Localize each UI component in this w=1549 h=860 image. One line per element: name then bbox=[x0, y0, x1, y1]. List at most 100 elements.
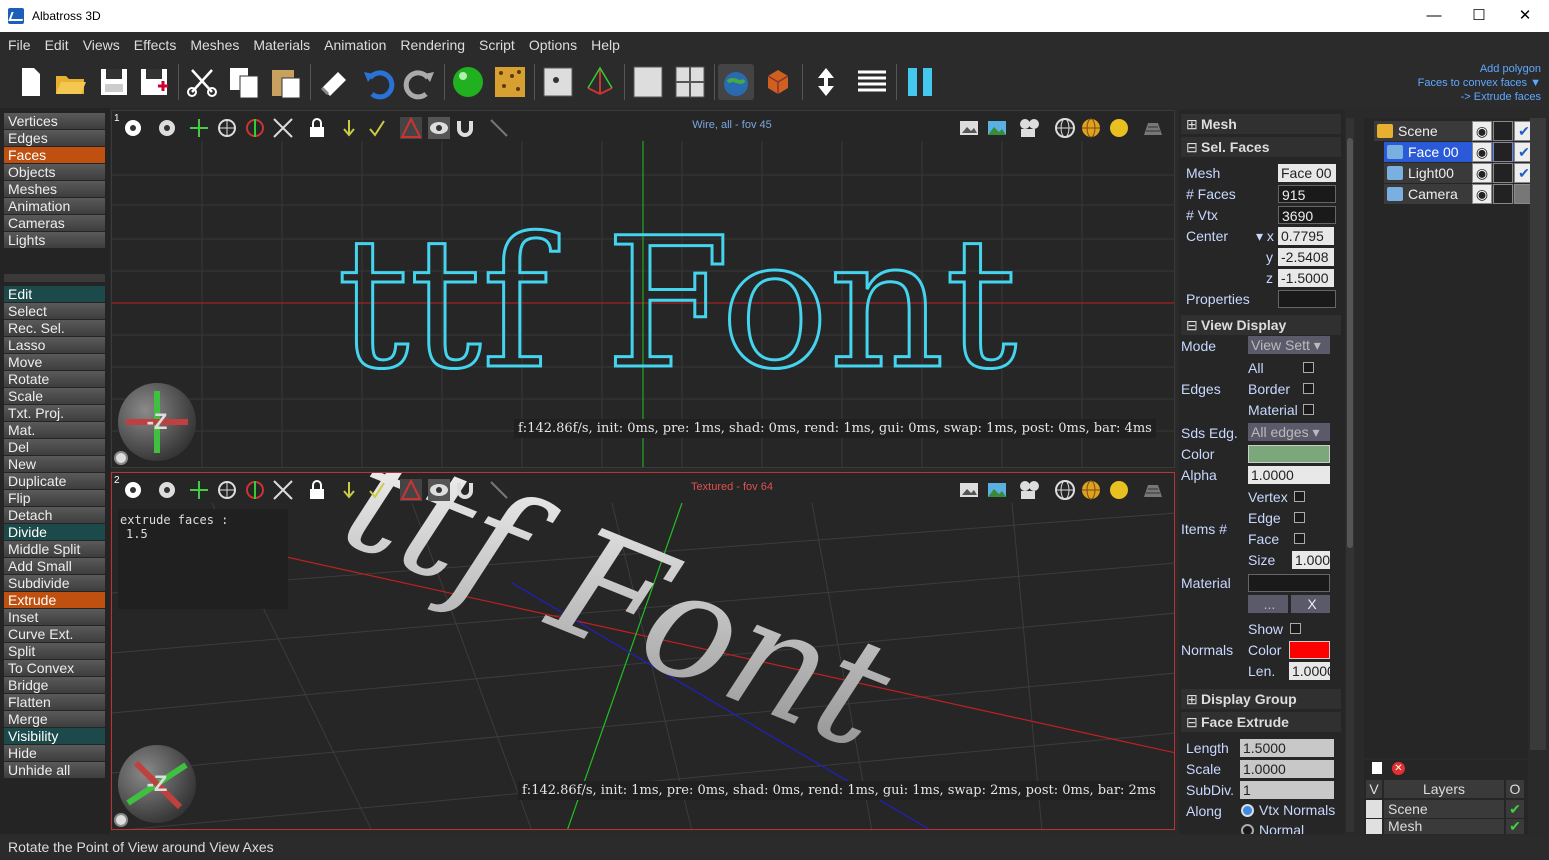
save-icon[interactable] bbox=[96, 64, 132, 100]
mode-meshes[interactable]: Meshes bbox=[4, 181, 105, 197]
projection-icon[interactable] bbox=[400, 478, 422, 501]
wand-icon[interactable] bbox=[488, 117, 510, 139]
tool-lasso[interactable]: Lasso bbox=[4, 337, 105, 353]
length-input[interactable]: 1.5000 bbox=[1240, 739, 1334, 757]
eye-icon[interactable]: ◉ bbox=[1472, 121, 1492, 141]
crosshair-icon[interactable] bbox=[216, 479, 238, 501]
light-bulb-icon[interactable] bbox=[114, 813, 128, 827]
menu-meshes[interactable]: Meshes bbox=[190, 32, 239, 58]
redo-icon[interactable] bbox=[402, 64, 438, 100]
film-camera-icon[interactable] bbox=[1018, 117, 1040, 139]
tool-flatten[interactable]: Flatten bbox=[4, 694, 105, 710]
mode-cameras[interactable]: Cameras bbox=[4, 215, 105, 231]
view-display-section-header[interactable]: ⊟ View Display bbox=[1181, 315, 1341, 335]
landscape-icon[interactable] bbox=[986, 117, 1008, 139]
menu-animation[interactable]: Animation bbox=[324, 32, 386, 58]
tool-middle-split[interactable]: Middle Split bbox=[4, 541, 105, 557]
rotate-axes-icon[interactable] bbox=[244, 479, 266, 501]
menu-script[interactable]: Script bbox=[479, 32, 515, 58]
center-x-input[interactable]: 0.7795 bbox=[1278, 227, 1334, 245]
globe-smooth-icon[interactable] bbox=[1108, 479, 1130, 501]
size-input[interactable]: 1.000 bbox=[1292, 551, 1330, 569]
normals-color-swatch[interactable] bbox=[1289, 641, 1330, 659]
tool-add-small[interactable]: Add Small bbox=[4, 558, 105, 574]
tool-extrude[interactable]: Extrude bbox=[4, 592, 105, 608]
eye-icon[interactable]: ◉ bbox=[1472, 184, 1492, 204]
properties-value[interactable] bbox=[1278, 290, 1336, 308]
tool-rotate[interactable]: Rotate bbox=[4, 371, 105, 387]
copy-icon[interactable] bbox=[226, 64, 262, 100]
display-group-section-header[interactable]: ⊞ Display Group bbox=[1181, 689, 1341, 709]
projection-icon[interactable] bbox=[400, 116, 422, 139]
tool-visibility[interactable]: Visibility bbox=[4, 728, 105, 744]
viewport-bottom[interactable]: ttf Font 2 Textured - fov 64 extrude fac… bbox=[111, 472, 1175, 830]
tool-duplicate[interactable]: Duplicate bbox=[4, 473, 105, 489]
menu-help[interactable]: Help bbox=[591, 32, 620, 58]
grid-floor-icon[interactable] bbox=[1142, 117, 1164, 139]
tool-subdivide[interactable]: Subdivide bbox=[4, 575, 105, 591]
save-as-icon[interactable] bbox=[136, 64, 172, 100]
mode-animation[interactable]: Animation bbox=[4, 198, 105, 214]
material-sphere-icon[interactable] bbox=[450, 64, 486, 100]
eye-icon[interactable]: ◉ bbox=[1472, 163, 1492, 183]
mode-dropdown[interactable]: View Sett ▾ bbox=[1248, 336, 1330, 354]
layout-four-icon[interactable] bbox=[672, 64, 708, 100]
crosshair-icon[interactable] bbox=[216, 117, 238, 139]
mode-lights[interactable]: Lights bbox=[4, 232, 105, 248]
alpha-input[interactable]: 1.0000 bbox=[1248, 466, 1330, 484]
normal-radio[interactable] bbox=[1241, 824, 1254, 834]
material-browse-button[interactable]: ... bbox=[1248, 595, 1288, 613]
viewport-top[interactable]: ttf Font 1 Wire, all - fov 45 -Z f:142.8… bbox=[111, 110, 1175, 468]
tool-move[interactable]: Move bbox=[4, 354, 105, 370]
snap-check-icon[interactable] bbox=[366, 479, 388, 501]
globe-shaded-icon[interactable] bbox=[1080, 479, 1102, 501]
layer-row-scene[interactable]: Scene bbox=[1384, 800, 1504, 818]
texture-icon[interactable] bbox=[492, 64, 528, 100]
layer-row-mesh[interactable]: Mesh bbox=[1384, 819, 1504, 834]
globe-wire-icon[interactable] bbox=[1054, 117, 1076, 139]
landscape-icon[interactable] bbox=[986, 479, 1008, 501]
tool-to-convex[interactable]: To Convex bbox=[4, 660, 105, 676]
tool-inset[interactable]: Inset bbox=[4, 609, 105, 625]
cut-icon[interactable] bbox=[184, 64, 220, 100]
scale-input[interactable]: 1.0000 bbox=[1240, 760, 1334, 778]
lock-icon[interactable] bbox=[1493, 184, 1513, 204]
scene-item-scene[interactable]: Scene ◉ ✔ bbox=[1374, 121, 1534, 141]
tool-rec-sel-[interactable]: Rec. Sel. bbox=[4, 320, 105, 336]
snap-down-icon[interactable] bbox=[338, 479, 360, 501]
tool-bridge[interactable]: Bridge bbox=[4, 677, 105, 693]
film-camera-icon[interactable] bbox=[1018, 479, 1040, 501]
close-button[interactable]: ✕ bbox=[1502, 0, 1548, 32]
grid-floor-icon[interactable] bbox=[1142, 479, 1164, 501]
scene-item-camera[interactable]: Camera ◉ bbox=[1384, 184, 1534, 204]
vtx-normals-radio[interactable] bbox=[1241, 804, 1254, 817]
wand-icon[interactable] bbox=[488, 479, 510, 501]
mesh-section-header[interactable]: ⊞ Mesh bbox=[1181, 114, 1341, 134]
tool-del[interactable]: Del bbox=[4, 439, 105, 455]
tool-edit[interactable]: Edit bbox=[4, 286, 105, 302]
eye-icon[interactable] bbox=[1366, 819, 1382, 834]
magnet-icon[interactable] bbox=[454, 117, 476, 139]
material-edges-checkbox[interactable] bbox=[1303, 404, 1314, 415]
tool-scale[interactable]: Scale bbox=[4, 388, 105, 404]
menu-views[interactable]: Views bbox=[83, 32, 120, 58]
lock-icon[interactable] bbox=[1493, 142, 1513, 162]
tool-curve-ext-[interactable]: Curve Ext. bbox=[4, 626, 105, 642]
axes-view-icon[interactable] bbox=[582, 64, 618, 100]
mode-vertices[interactable]: Vertices bbox=[4, 113, 105, 129]
lock-icon[interactable] bbox=[1493, 121, 1513, 141]
scene-item-light00[interactable]: Light00 ◉ ✔ bbox=[1384, 163, 1534, 183]
snap-down-icon[interactable] bbox=[338, 117, 360, 139]
all-checkbox[interactable] bbox=[1303, 362, 1314, 373]
rotate-axes-icon[interactable] bbox=[244, 117, 266, 139]
orientation-gizmo[interactable]: -Z bbox=[118, 383, 196, 461]
mode-edges[interactable]: Edges bbox=[4, 130, 105, 146]
properties-scrollbar[interactable] bbox=[1346, 118, 1354, 832]
sds-edges-dropdown[interactable]: All edges ▾ bbox=[1248, 423, 1330, 441]
axes-icon[interactable] bbox=[188, 117, 210, 139]
tool-unhide-all[interactable]: Unhide all bbox=[4, 762, 105, 778]
action-hint[interactable]: Add polygon Faces to convex faces ▼ -> E… bbox=[1418, 62, 1541, 104]
menu-options[interactable]: Options bbox=[529, 32, 577, 58]
lock-icon[interactable] bbox=[306, 117, 328, 139]
vertex-checkbox[interactable] bbox=[1294, 491, 1305, 502]
